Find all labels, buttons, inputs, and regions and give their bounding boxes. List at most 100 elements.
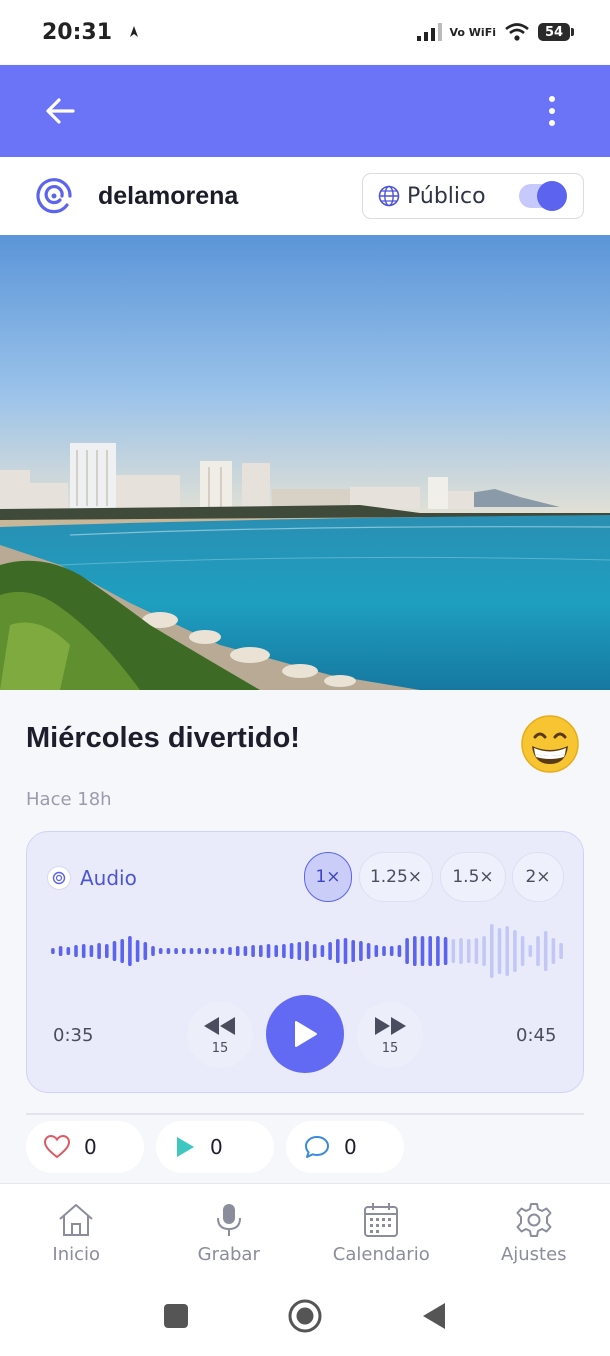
waveform-bar-played (105, 944, 109, 958)
post-time-ago: Hace 18h (26, 789, 112, 810)
waveform-bar-unplayed (505, 926, 509, 976)
waveform-bar-played (274, 945, 278, 957)
waveform-bar-played (120, 939, 124, 963)
speed-1-5x-button[interactable]: 1.5× (440, 852, 506, 902)
notification-icon (130, 26, 139, 37)
speed-1x-button[interactable]: 1× (304, 852, 352, 902)
total-time: 0:45 (516, 1025, 557, 1046)
speed-1-25x-button[interactable]: 1.25× (359, 852, 433, 902)
waveform-bar-played (382, 946, 386, 956)
waveform-bar-played (89, 945, 94, 957)
nav-label-inicio: Inicio (52, 1244, 101, 1265)
speed-2x-button[interactable]: 2× (512, 852, 564, 902)
waveform-bar-played (51, 948, 55, 954)
nav-item-grabar[interactable]: Grabar (153, 1184, 306, 1280)
audio-label: Audio (80, 866, 137, 890)
fast-forward-icon (375, 1016, 406, 1035)
arrow-left-icon (46, 98, 75, 124)
waveform-bar-played (320, 945, 325, 957)
waveform-bar-unplayed (466, 939, 471, 963)
battery-indicator: 54 (538, 23, 574, 41)
status-time: 20:31 (42, 19, 113, 45)
waveform-bar-played (112, 941, 117, 961)
public-switch[interactable] (519, 181, 567, 211)
waveform-bar-played (351, 940, 355, 962)
home-button[interactable] (288, 1299, 322, 1333)
post-title: Miércoles divertido! (26, 722, 300, 754)
waveform-bar-played (251, 945, 255, 957)
waveform-bar-played (212, 948, 217, 954)
waveform-bar-unplayed (543, 931, 548, 971)
rewind-button[interactable]: 15 (187, 1002, 253, 1068)
waveform-bar-played (166, 948, 171, 954)
status-bar: 20:31 Vo WiFi 54 (0, 0, 610, 64)
waveform-bar-unplayed (482, 936, 486, 966)
waveform-bar-played (266, 944, 271, 958)
waveform-bar-unplayed (490, 924, 494, 978)
app-logo-icon (36, 178, 72, 214)
nav-item-ajustes[interactable]: Ajustes (458, 1184, 610, 1280)
waveform-bar-unplayed (474, 938, 479, 964)
audio-waveform[interactable] (49, 918, 565, 984)
gear-icon (516, 1203, 552, 1237)
nav-item-calendario[interactable]: Calendario (305, 1184, 458, 1280)
waveform-bar-played (328, 942, 332, 960)
waveform-bar-played (359, 941, 363, 961)
waveform-bar-played (289, 943, 294, 959)
audio-label-wrap: Audio (47, 866, 137, 890)
waveform-bar-played (312, 944, 317, 958)
play-button[interactable] (266, 995, 344, 1073)
waveform-bar-played (174, 948, 178, 954)
waveform-bar-played (343, 938, 348, 964)
waveform-bar-played (259, 945, 263, 957)
waveform-bar-played (81, 944, 86, 958)
waveform-bar-played (235, 946, 240, 956)
waveform-bar-played (228, 947, 232, 955)
visibility-toggle[interactable]: Público (362, 173, 584, 219)
app-bar (0, 65, 610, 157)
waveform-bar-played (189, 948, 194, 954)
post-header: delamorena Público (0, 157, 610, 235)
like-button[interactable]: 0 (26, 1121, 144, 1173)
heart-icon (44, 1135, 70, 1159)
comments-button[interactable]: 0 (286, 1121, 404, 1173)
waveform-bar-played (436, 936, 440, 966)
waveform-bar-played (143, 942, 148, 960)
back-nav-button[interactable] (421, 1302, 447, 1330)
waveform-bar-played (135, 940, 140, 962)
globe-icon (378, 185, 400, 207)
waveform-bar-played (413, 936, 417, 966)
waveform-bar-unplayed (497, 928, 502, 974)
more-options-button[interactable] (532, 91, 572, 131)
waveform-bar-played (420, 936, 425, 966)
forward-seconds: 15 (381, 1040, 399, 1056)
waveform-bar-unplayed (559, 943, 563, 959)
calendar-icon (364, 1203, 399, 1237)
waveform-bar-unplayed (459, 938, 463, 964)
plays-button[interactable]: 0 (156, 1121, 274, 1173)
divider (26, 1113, 584, 1115)
waveform-bar-played (428, 936, 432, 966)
waveform-bar-unplayed (513, 930, 517, 972)
bottom-nav: Inicio Grabar Calendario Ajustes (0, 1183, 610, 1280)
waveform-bar-played (197, 948, 201, 954)
waveform-bar-played (58, 946, 63, 956)
recent-apps-button[interactable] (163, 1303, 189, 1329)
plays-count: 0 (210, 1135, 223, 1159)
waveform-bar-unplayed (520, 936, 525, 966)
rewind-seconds: 15 (211, 1040, 229, 1056)
forward-button[interactable]: 15 (357, 1002, 423, 1068)
waveform-bar-played (366, 943, 371, 959)
play-icon (295, 1021, 317, 1047)
elapsed-time: 0:35 (53, 1025, 94, 1046)
username[interactable]: delamorena (98, 182, 238, 211)
system-navigation-bar (0, 1279, 610, 1356)
nav-item-inicio[interactable]: Inicio (0, 1184, 153, 1280)
waveform-bar-played (397, 945, 402, 957)
waveform-bar-played (443, 937, 448, 965)
waveform-bar-played (305, 941, 309, 961)
waveform-bar-played (205, 948, 209, 954)
waveform-bar-played (158, 948, 163, 954)
switch-knob (537, 181, 567, 211)
back-button[interactable] (40, 91, 80, 131)
